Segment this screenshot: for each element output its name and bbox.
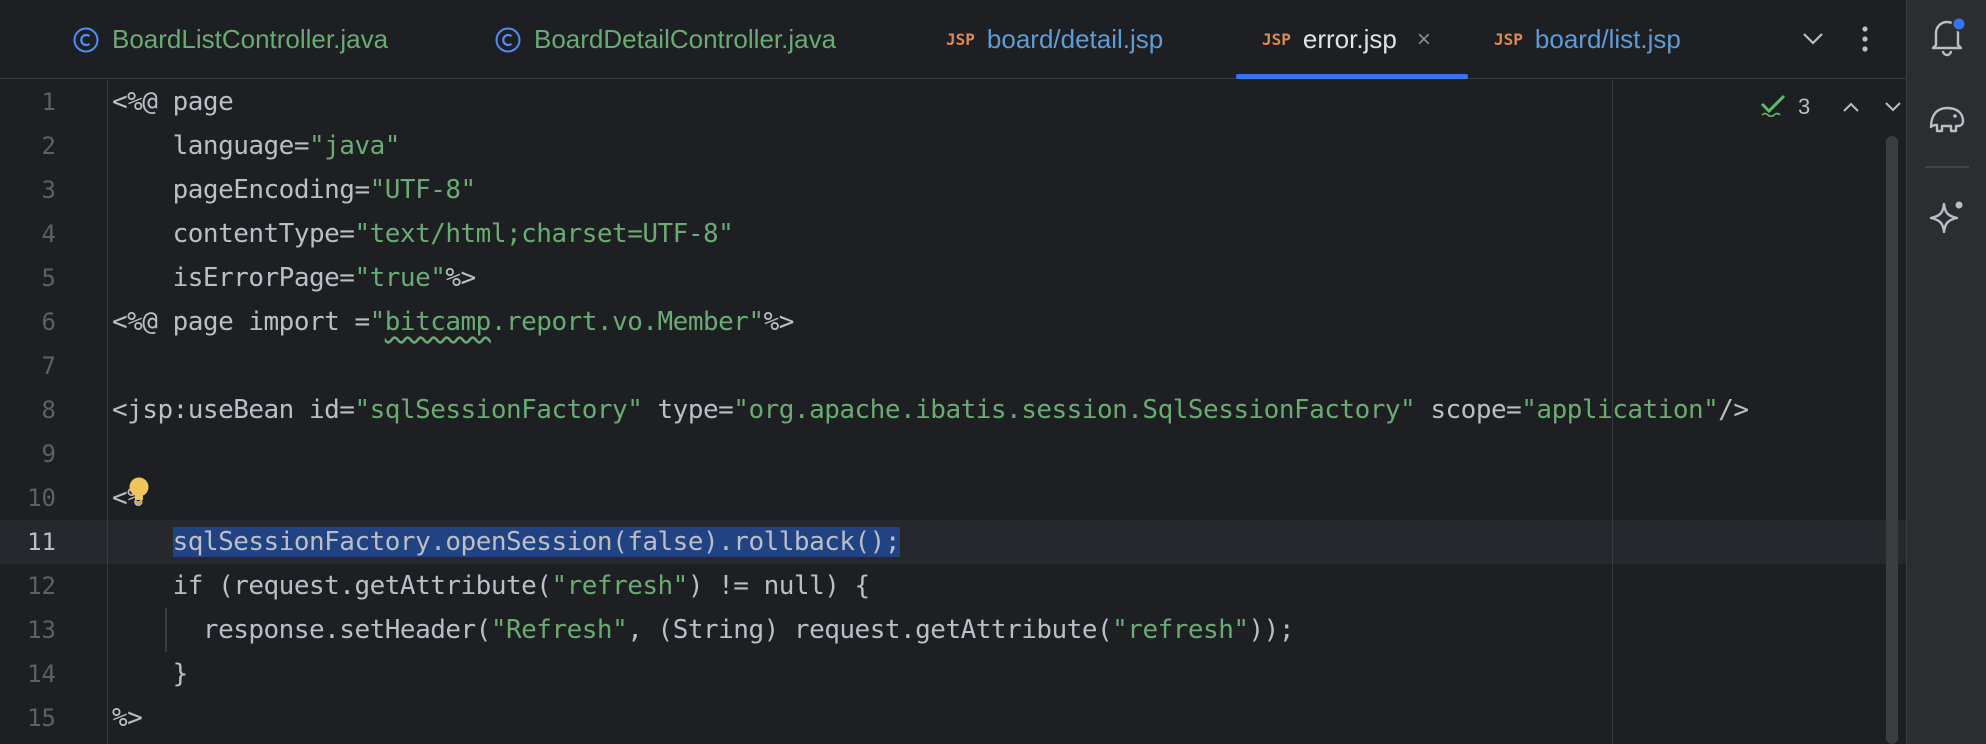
code-line-15: 15 %>	[0, 696, 1880, 740]
editor-tab-bar: BoardListController.java BoardDetailCont…	[0, 0, 1906, 79]
line-number: 14	[27, 660, 56, 688]
code-text: sqlSessionFactory.openSession(false).rol…	[112, 527, 900, 557]
code-editor[interactable]: 1 <%@ page 2 language="java" 3 pageEncod…	[0, 80, 1906, 744]
code-text: }	[112, 659, 189, 689]
vertical-scrollbar[interactable]	[1886, 136, 1898, 744]
tab-label: BoardListController.java	[112, 24, 389, 54]
line-number: 6	[41, 308, 56, 336]
tab-label: BoardDetailController.java	[534, 24, 837, 54]
code-line-8: 8 <jsp:useBean id="sqlSessionFactory" ty…	[0, 388, 1880, 432]
line-number: 5	[41, 264, 56, 292]
previous-highlight-button[interactable]	[1836, 92, 1866, 122]
tab-boardlistcontroller[interactable]: BoardListController.java	[72, 0, 388, 79]
code-text: pageEncoding="UTF-8"	[112, 175, 477, 205]
jsp-file-icon: JSP	[946, 30, 975, 49]
line-number: 2	[41, 132, 56, 160]
tab-label: error.jsp	[1302, 24, 1397, 54]
tab-boarddetailcontroller[interactable]: BoardDetailController.java	[494, 0, 836, 79]
code-line-6: 6 <%@ page import ="bitcamp.report.vo.Me…	[0, 300, 1880, 344]
more-vertical-icon[interactable]	[1848, 22, 1882, 56]
code-text: %>	[112, 703, 143, 733]
code-line-11: 11 sqlSessionFactory.openSession(false).…	[0, 520, 1880, 564]
tab-board-detail-jsp[interactable]: JSP board/detail.jsp	[946, 0, 1163, 79]
sparkle-icon[interactable]	[1925, 196, 1969, 240]
code-line-4: 4 contentType="text/html;charset=UTF-8"	[0, 212, 1880, 256]
code-text: language="java"	[112, 131, 401, 161]
next-highlight-button[interactable]	[1878, 92, 1908, 122]
right-tool-window-bar	[1906, 0, 1986, 744]
tab-label: board/list.jsp	[1534, 24, 1681, 54]
code-text: <%@ page	[112, 87, 234, 117]
tab-label: board/detail.jsp	[986, 24, 1164, 54]
line-number: 4	[41, 220, 56, 248]
code-line-7: 7	[0, 344, 1880, 388]
line-number: 8	[41, 396, 56, 424]
line-number: 1	[41, 88, 56, 116]
database-elephant-icon[interactable]	[1925, 96, 1969, 140]
line-number: 9	[41, 440, 56, 468]
inspection-widget[interactable]: 3	[1760, 90, 1908, 124]
check-icon	[1760, 93, 1786, 122]
line-number: 12	[27, 572, 56, 600]
code-text: <jsp:useBean id="sqlSessionFactory" type…	[112, 395, 1749, 425]
line-number: 13	[27, 616, 56, 644]
code-line-2: 2 language="java"	[0, 124, 1880, 168]
chevron-down-icon[interactable]	[1796, 22, 1830, 56]
java-class-icon	[72, 26, 100, 54]
code-line-5: 5 isErrorPage="true"%>	[0, 256, 1880, 300]
tool-separator	[1925, 166, 1969, 168]
code-text: if (request.getAttribute("refresh") != n…	[112, 571, 871, 601]
jsp-file-icon: JSP	[1262, 30, 1291, 49]
active-tab-indicator	[1236, 74, 1468, 79]
line-number: 3	[41, 176, 56, 204]
tab-error-jsp[interactable]: JSP error.jsp ×	[1262, 0, 1431, 79]
line-number: 7	[41, 352, 56, 380]
close-tab-icon[interactable]: ×	[1417, 26, 1431, 54]
lightbulb-icon[interactable]	[128, 476, 150, 506]
line-number: 11	[27, 528, 56, 556]
text-selection: sqlSessionFactory.openSession(false).rol…	[172, 527, 900, 557]
code-text: <%@ page import ="bitcamp.report.vo.Memb…	[112, 307, 794, 337]
code-line-9: 9	[0, 432, 1880, 476]
line-number: 15	[27, 704, 56, 732]
inspection-count: 3	[1798, 94, 1811, 119]
code-line-1: 1 <%@ page	[0, 80, 1880, 124]
code-line-10: 10 <%	[0, 476, 1880, 520]
code-line-13: 13 response.setHeader("Refresh", (String…	[0, 608, 1880, 652]
jsp-file-icon: JSP	[1494, 30, 1523, 49]
line-number: 10	[27, 484, 56, 512]
code-line-12: 12 if (request.getAttribute("refresh") !…	[0, 564, 1880, 608]
code-text: isErrorPage="true"%>	[112, 263, 477, 293]
code-text: contentType="text/html;charset=UTF-8"	[112, 219, 734, 249]
code-line-14: 14 }	[0, 652, 1880, 696]
java-class-icon	[494, 26, 522, 54]
tab-board-list-jsp[interactable]: JSP board/list.jsp	[1494, 0, 1681, 79]
code-text: response.setHeader("Refresh", (String) r…	[112, 615, 1295, 645]
bell-icon[interactable]	[1925, 14, 1969, 58]
code-line-3: 3 pageEncoding="UTF-8"	[0, 168, 1880, 212]
